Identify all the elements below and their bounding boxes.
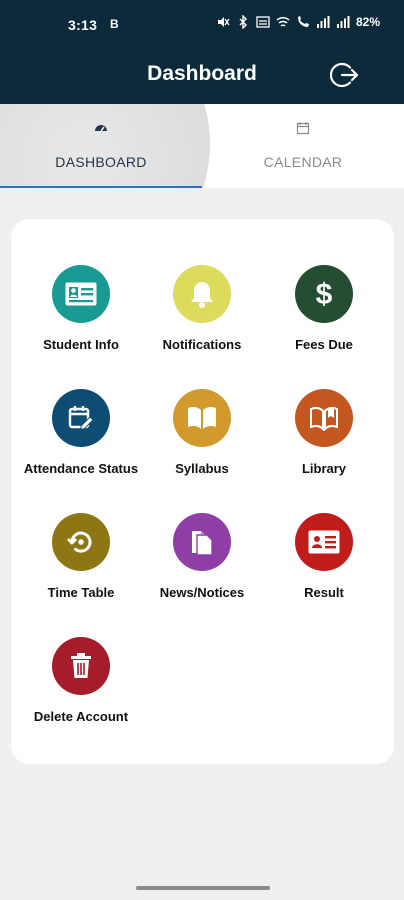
tile-label: News/Notices: [159, 585, 245, 600]
status-time: 3:13: [68, 17, 98, 33]
tile-label: Syllabus: [175, 461, 229, 476]
tile-library[interactable]: Library: [259, 389, 389, 476]
tile-syllabus[interactable]: Syllabus: [137, 389, 267, 476]
gesture-nav-bar[interactable]: [136, 886, 270, 890]
mute-icon: [217, 17, 230, 27]
fees-due-circle: $: [295, 265, 353, 323]
tile-student-info[interactable]: Student Info: [16, 265, 146, 352]
tile-label: Notifications: [162, 337, 242, 352]
svg-text:$: $: [316, 278, 333, 310]
book-icon: [188, 406, 216, 429]
tile-fees-due[interactable]: $ Fees Due: [259, 265, 389, 352]
tile-label: Attendance Status: [23, 461, 139, 476]
document-icon: [192, 531, 213, 556]
tab-dashboard[interactable]: DASHBOARD: [0, 104, 202, 188]
calendar-edit-icon: [68, 406, 94, 430]
call-wifi-icon: [297, 16, 309, 27]
tile-label: Time Table: [47, 585, 115, 600]
bluetooth-icon: [239, 15, 247, 29]
bell-icon: [191, 282, 213, 308]
signal-1-icon: [316, 16, 330, 28]
notifications-circle: [173, 265, 231, 323]
tab-calendar[interactable]: CALENDAR: [202, 104, 404, 188]
tile-label: Result: [304, 585, 344, 600]
news-circle: [173, 513, 231, 571]
tile-delete-account[interactable]: Delete Account: [16, 637, 146, 724]
dashboard-icon: [95, 125, 107, 132]
tile-news-notices[interactable]: News/Notices: [137, 513, 267, 600]
library-book-icon: [310, 406, 338, 431]
syllabus-circle: [173, 389, 231, 447]
tab-bar: DASHBOARD CALENDAR: [0, 104, 404, 188]
tab-indicator: [0, 186, 202, 188]
tile-notifications[interactable]: Notifications: [137, 265, 267, 352]
battery-level: 82%: [355, 15, 380, 29]
student-info-circle: [52, 265, 110, 323]
attendance-circle: [52, 389, 110, 447]
tile-result[interactable]: Result: [259, 513, 389, 600]
tile-label: Student Info: [43, 337, 119, 352]
tile-time-table[interactable]: Time Table: [16, 513, 146, 600]
time-table-circle: [52, 513, 110, 571]
tab-dashboard-label: DASHBOARD: [55, 154, 147, 170]
data-icon: [256, 16, 270, 28]
trash-icon: [71, 653, 91, 678]
delete-account-circle: [52, 637, 110, 695]
result-card-icon: [308, 530, 340, 554]
signal-2-icon: [336, 16, 350, 28]
library-circle: [295, 389, 353, 447]
status-icons: 82%: [216, 15, 380, 29]
id-card-icon: [65, 282, 97, 306]
tile-attendance-status[interactable]: Attendance Status: [16, 389, 146, 476]
tile-label: Delete Account: [33, 709, 129, 724]
tab-calendar-label: CALENDAR: [263, 154, 343, 170]
app-bar: Dashboard: [0, 50, 404, 104]
logout-icon[interactable]: [330, 60, 360, 90]
tile-label: Fees Due: [295, 337, 353, 352]
status-bar: 3:13 B 82%: [0, 0, 404, 50]
calendar-icon: [296, 122, 310, 135]
tile-label: Library: [301, 461, 347, 476]
dollar-icon: $: [316, 278, 333, 310]
wifi-icon: [276, 16, 290, 27]
menu-card: Student Info Notifications $ Fees Due At…: [11, 219, 394, 764]
result-circle: [295, 513, 353, 571]
history-icon: [66, 531, 92, 553]
sim-indicator: B: [110, 17, 119, 31]
